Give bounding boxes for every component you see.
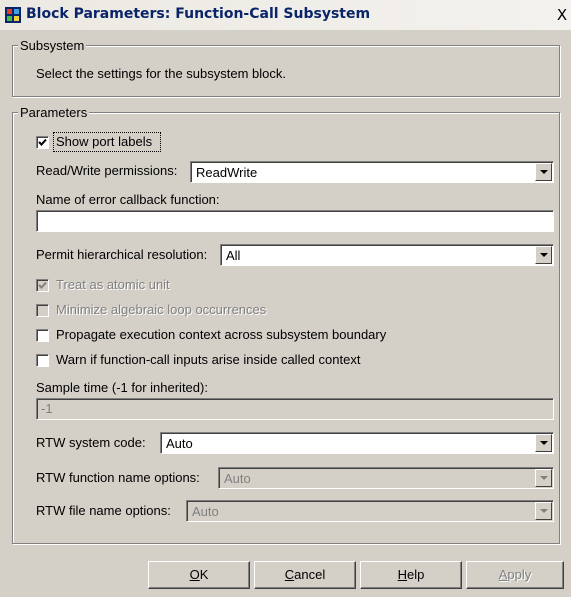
simulink-block-icon — [5, 7, 21, 23]
rtw-function-name-select: Auto — [218, 467, 554, 489]
help-button[interactable]: Help — [360, 561, 462, 589]
propagate-context-checkbox[interactable] — [36, 329, 49, 342]
rtw-system-code-value: Auto — [166, 436, 193, 451]
show-port-labels-checkbox[interactable] — [36, 136, 49, 149]
chevron-down-icon — [540, 170, 548, 174]
hierarchical-resolution-value: All — [226, 248, 241, 263]
rtw-function-name-label: RTW function name options: — [36, 470, 200, 485]
chevron-down-icon — [540, 441, 548, 445]
block-parameters-dialog: Block Parameters: Function-Call Subsyste… — [0, 0, 571, 597]
subsystem-legend: Subsystem — [18, 38, 87, 53]
apply-button: Apply — [466, 561, 564, 589]
chevron-down-icon — [540, 509, 548, 513]
rtw-file-name-label: RTW file name options: — [36, 503, 171, 518]
window-title: Block Parameters: Function-Call Subsyste… — [26, 6, 371, 22]
read-write-label: Read/Write permissions: — [36, 163, 178, 178]
check-icon — [38, 281, 47, 289]
rtw-system-code-select[interactable]: Auto — [160, 432, 554, 454]
apply-label-rest: pply — [507, 567, 532, 582]
rtw-file-name-select: Auto — [186, 500, 554, 522]
ok-mnemonic: O — [189, 567, 200, 582]
chevron-down-icon — [540, 253, 548, 257]
hierarchical-resolution-select[interactable]: All — [220, 244, 554, 266]
error-callback-label: Name of error callback function: — [36, 192, 220, 207]
dropdown-button[interactable] — [535, 434, 552, 452]
minimize-loop-checkbox — [36, 304, 49, 317]
rtw-system-code-label: RTW system code: — [36, 435, 146, 450]
cancel-mnemonic: C — [284, 567, 295, 582]
propagate-context-label[interactable]: Propagate execution context across subsy… — [56, 327, 386, 342]
rtw-file-name-value: Auto — [192, 504, 219, 519]
hierarchical-resolution-label: Permit hierarchical resolution: — [36, 247, 208, 262]
read-write-select[interactable]: ReadWrite — [190, 161, 554, 183]
read-write-value: ReadWrite — [196, 165, 258, 180]
sample-time-label: Sample time (-1 for inherited): — [36, 380, 208, 395]
help-mnemonic: H — [397, 567, 408, 582]
show-port-labels-label[interactable]: Show port labels — [56, 134, 152, 149]
title-bar[interactable]: Block Parameters: Function-Call Subsyste… — [0, 0, 571, 30]
chevron-down-icon — [540, 476, 548, 480]
dropdown-button[interactable] — [535, 163, 552, 181]
ok-button[interactable]: OK — [148, 561, 250, 589]
atomic-unit-label: Treat as atomic unit — [56, 277, 170, 292]
dropdown-button — [535, 502, 552, 520]
help-label-rest: elp — [407, 567, 425, 582]
warn-inputs-label[interactable]: Warn if function-call inputs arise insid… — [56, 352, 360, 367]
cancel-label-rest: ancel — [294, 567, 326, 582]
error-callback-input[interactable] — [36, 210, 554, 232]
ok-label-rest: K — [199, 567, 209, 582]
parameters-legend: Parameters — [18, 105, 90, 120]
minimize-loop-label: Minimize algebraic loop occurrences — [56, 302, 267, 317]
dropdown-button — [535, 469, 552, 487]
dropdown-button[interactable] — [535, 246, 552, 264]
warn-inputs-checkbox[interactable] — [36, 354, 49, 367]
subsystem-description: Select the settings for the subsystem bl… — [36, 66, 287, 81]
close-icon[interactable]: X — [553, 5, 571, 25]
rtw-function-name-value: Auto — [224, 471, 251, 486]
cancel-button[interactable]: Cancel — [254, 561, 356, 589]
check-icon — [38, 138, 47, 146]
sample-time-input: -1 — [36, 398, 554, 420]
atomic-unit-checkbox — [36, 279, 49, 292]
